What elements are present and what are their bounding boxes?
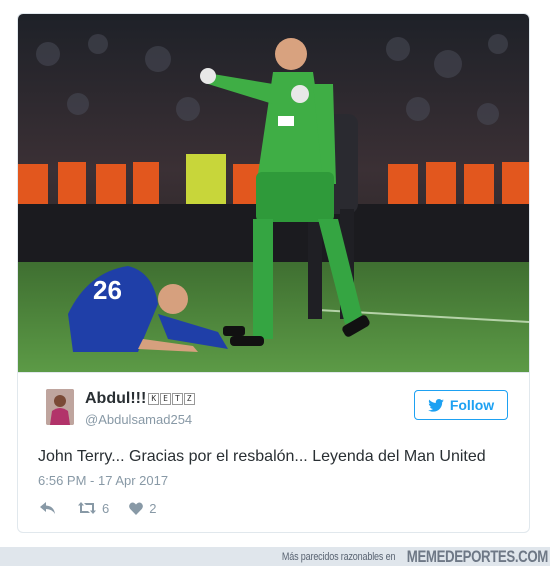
author-name-badges: K E T Z [147, 393, 195, 405]
name-badge: T [171, 393, 183, 405]
name-badge: E [160, 393, 171, 405]
author-avatar[interactable] [46, 389, 74, 425]
footer-tagline: Más parecidos razonables en [281, 550, 396, 563]
retweet-count: 6 [102, 500, 110, 516]
tweet-photo[interactable]: 26 [18, 14, 529, 372]
tweet-text: John Terry... Gracias por el resbalón...… [38, 448, 486, 465]
tweet-actions: 6 2 [40, 500, 156, 516]
author-handle[interactable]: @Abdulsamad254 [85, 412, 192, 427]
card-divider [18, 372, 529, 373]
name-badge: K [148, 393, 160, 405]
retweet-button[interactable]: 6 [78, 501, 109, 516]
footer-watermark[interactable]: Más parecidos razonables en MEMEDEPORTES… [257, 546, 549, 566]
footer-brand: MEMEDEPORTES.COM [406, 546, 548, 566]
twitter-bird-icon [428, 398, 444, 412]
like-button[interactable]: 2 [129, 501, 156, 516]
follow-button-label: Follow [449, 397, 495, 413]
tweet-timestamp[interactable]: 6:56 PM - 17 Apr 2017 [38, 473, 168, 488]
reply-button[interactable] [40, 502, 56, 514]
author-display-name[interactable]: Abdul!!! [85, 390, 146, 408]
follow-button[interactable]: Follow [414, 390, 508, 420]
name-badge: Z [183, 393, 195, 405]
retweet-icon [78, 502, 96, 514]
author-name-row[interactable]: Abdul!!! K E T Z [85, 389, 195, 409]
embedded-tweet-card: 26 Abdul!!! K E T Z @Abdulsamad254 Follo… [17, 13, 530, 533]
heart-icon [129, 502, 144, 515]
reply-icon [40, 502, 55, 514]
like-count: 2 [149, 500, 157, 516]
svg-text:26: 26 [93, 275, 122, 305]
